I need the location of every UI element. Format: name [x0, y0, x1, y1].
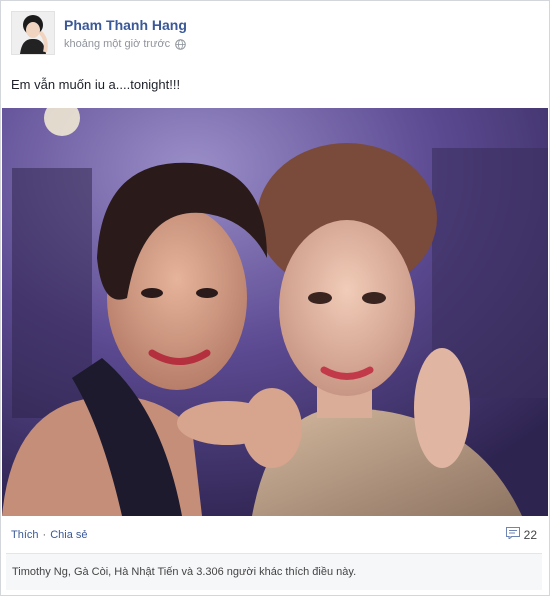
action-separator: · [42, 529, 47, 541]
post-photo[interactable] [2, 108, 548, 516]
post-header: Pham Thanh Hang khoảng một giờ trước [11, 11, 531, 61]
like-link[interactable]: Thích [11, 529, 39, 541]
share-link[interactable]: Chia sẻ [50, 529, 87, 541]
post-actions: Thích · Chia sẻ [11, 529, 87, 541]
likes-text[interactable]: Timothy Ng, Gà Còi, Hà Nhật Tiến và 3.30… [12, 566, 356, 578]
comment-count-value: 22 [523, 527, 537, 542]
comment-icon [505, 527, 520, 542]
timestamp[interactable]: khoảng một giờ trước [64, 38, 170, 50]
post-meta: khoảng một giờ trước [64, 38, 186, 50]
author-name[interactable]: Pham Thanh Hang [64, 17, 187, 33]
feed-post: Pham Thanh Hang khoảng một giờ trước Em … [0, 0, 550, 596]
post-message: Em vẫn muốn iu a....tonight!!! [11, 77, 181, 92]
comment-count[interactable]: 22 [505, 527, 537, 542]
globe-icon[interactable] [175, 38, 186, 50]
avatar[interactable] [11, 11, 55, 55]
likes-summary: Timothy Ng, Gà Còi, Hà Nhật Tiến và 3.30… [6, 553, 542, 590]
